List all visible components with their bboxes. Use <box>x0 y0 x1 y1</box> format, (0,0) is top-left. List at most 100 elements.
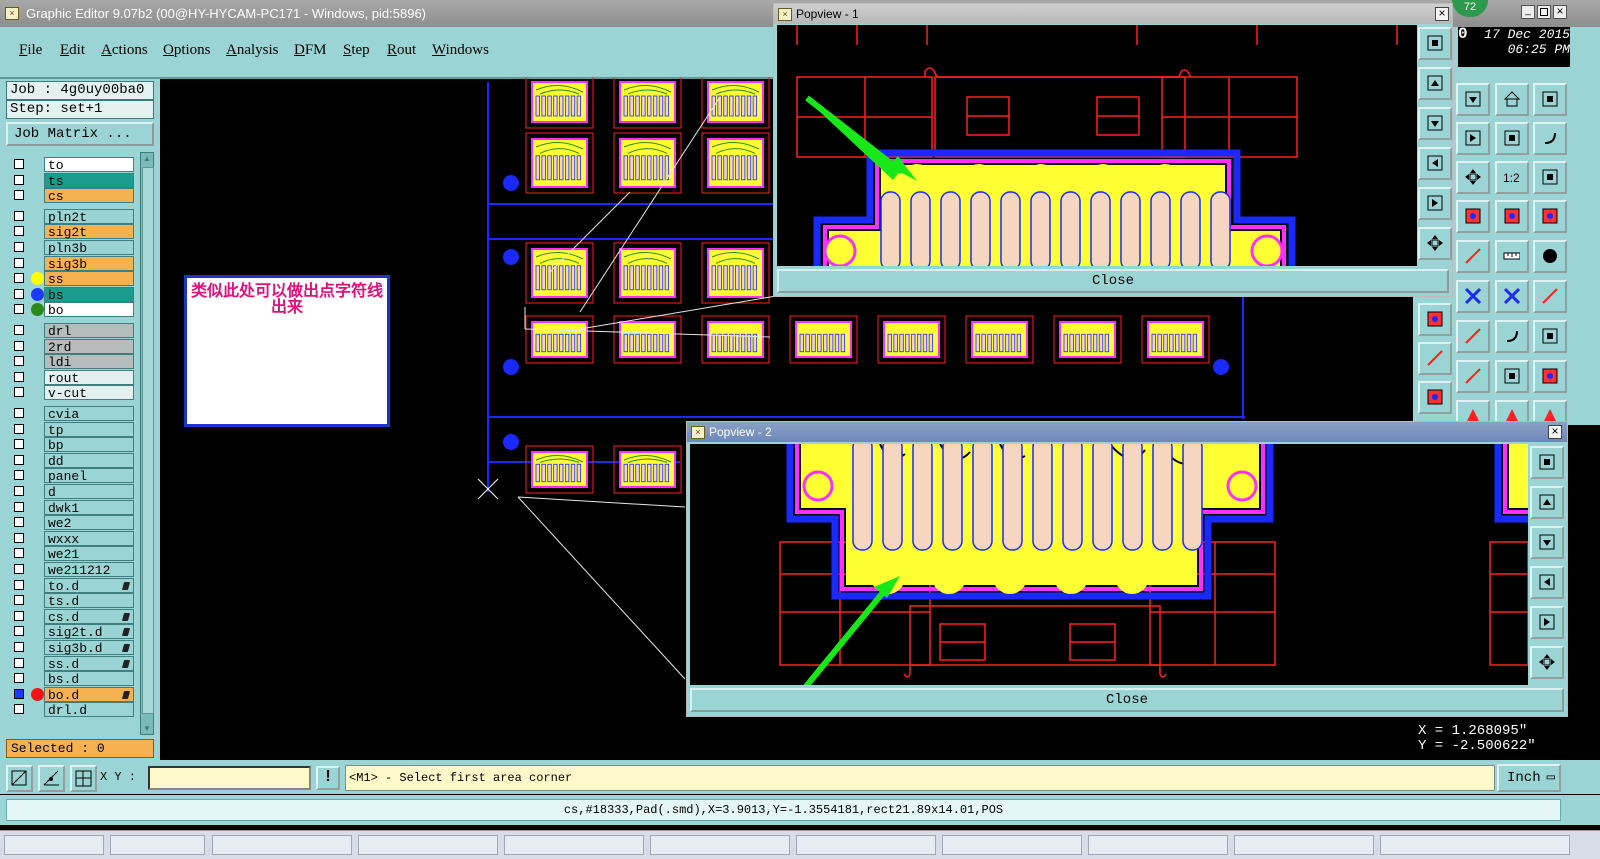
layer-checkbox[interactable] <box>14 340 24 351</box>
pcb-unit[interactable] <box>701 242 770 304</box>
maximize-button[interactable] <box>1537 5 1551 19</box>
help-icon[interactable] <box>1533 161 1567 194</box>
smd-pad[interactable] <box>1092 444 1113 551</box>
angle-icon[interactable] <box>38 765 65 792</box>
taskbar-item[interactable] <box>1088 835 1228 855</box>
layer-name[interactable]: wxxx <box>44 530 134 547</box>
layer-name[interactable]: to.d <box>44 577 134 594</box>
layer-row-ts-d[interactable]: ts.d <box>8 593 134 609</box>
layer-name[interactable]: we2 <box>44 515 134 531</box>
layer-checkbox[interactable] <box>14 564 24 574</box>
layer-row-panel[interactable]: panel <box>8 468 134 484</box>
line-tool-icon[interactable] <box>1456 240 1490 273</box>
arc-icon[interactable] <box>1495 320 1529 353</box>
pcb-unit[interactable] <box>613 242 682 304</box>
popview-1-close-x-icon[interactable]: × <box>1435 7 1449 21</box>
up-arrow-icon[interactable] <box>1530 486 1564 519</box>
layer-checkbox[interactable] <box>14 532 24 543</box>
pcb-unit[interactable] <box>965 315 1034 364</box>
layer-checkbox[interactable] <box>14 657 24 668</box>
layer-checkbox[interactable] <box>14 642 24 652</box>
pcb-unit[interactable] <box>525 315 594 364</box>
layer-row-ss[interactable]: ss <box>8 271 134 287</box>
popview-2-title-bar[interactable]: × Popview - 2 × <box>687 422 1567 442</box>
down-arrow-icon[interactable] <box>1418 107 1452 140</box>
layer-checkbox[interactable] <box>14 408 24 418</box>
xy-input[interactable] <box>148 766 311 790</box>
layer-row-drl[interactable]: drl <box>8 323 134 339</box>
layer-row-drl-d[interactable]: drl.d <box>8 702 134 718</box>
layer-name[interactable]: we21 <box>44 546 134 562</box>
smd-pad[interactable] <box>880 191 901 266</box>
layer-row-v-cut[interactable]: v-cut <box>8 385 134 401</box>
layer-row-to-d[interactable]: to.d <box>8 577 134 594</box>
move-icon[interactable] <box>1533 280 1567 313</box>
menu-analysis[interactable]: Analysis <box>226 42 279 59</box>
layer-name[interactable]: bs.d <box>44 671 134 687</box>
smd-pad[interactable] <box>910 191 931 266</box>
copy-icon[interactable] <box>1533 360 1567 393</box>
layer-row-sig2t[interactable]: sig2t <box>8 224 134 240</box>
layer-name[interactable]: sig3b.d <box>44 640 134 656</box>
scroll-up-arrow-icon[interactable]: ▲ <box>143 154 151 163</box>
zoom-window-icon[interactable] <box>1533 83 1567 116</box>
layer-row-d[interactable]: d <box>8 484 134 500</box>
layer-row-dwk1[interactable]: dwk1 <box>8 499 134 516</box>
layer-name[interactable]: bp <box>44 437 134 453</box>
layer-row-bo-d[interactable]: bo.d <box>8 686 134 703</box>
layer-checkbox[interactable] <box>14 210 24 221</box>
popview-2-close-button[interactable]: Close <box>690 688 1564 712</box>
smd-pad[interactable] <box>1210 191 1231 266</box>
right-arrow-icon[interactable] <box>1418 187 1452 220</box>
right-arrow-icon[interactable] <box>1530 606 1564 639</box>
layer-checkbox[interactable] <box>14 174 24 185</box>
layer-name[interactable]: 2rd <box>44 338 134 355</box>
smd-pad[interactable] <box>940 191 961 266</box>
layer-row-we21[interactable]: we21 <box>8 546 134 562</box>
smd-pad[interactable] <box>1150 191 1171 266</box>
smd-pad[interactable] <box>1090 191 1111 266</box>
pcb-unit[interactable] <box>525 77 594 129</box>
pcb-unit[interactable] <box>701 315 770 364</box>
layer-name[interactable]: drl.d <box>44 702 134 718</box>
layer-checkbox[interactable] <box>14 242 24 252</box>
fit-view-icon[interactable] <box>1456 161 1490 194</box>
popview-2-canvas[interactable] <box>690 444 1528 685</box>
menu-file[interactable]: File <box>19 42 42 59</box>
layer-row-tp[interactable]: tp <box>8 421 134 438</box>
layer-name[interactable]: pln2t <box>44 208 134 225</box>
layer-checkbox[interactable] <box>14 226 24 237</box>
taskbar-item[interactable] <box>358 835 498 855</box>
layer-checkbox[interactable] <box>14 486 24 496</box>
taskbar-item[interactable] <box>650 835 790 855</box>
drag-icon[interactable] <box>1456 320 1490 353</box>
warning-icon[interactable]: ! <box>316 766 340 790</box>
layer-name[interactable]: ldi <box>44 354 134 370</box>
snap-icon[interactable] <box>1456 200 1490 233</box>
pcb-unit[interactable] <box>525 242 594 304</box>
pcb-unit[interactable] <box>1053 315 1122 364</box>
layer-name[interactable]: sig2t.d <box>44 624 134 640</box>
menu-dfm[interactable]: DFM <box>294 42 327 59</box>
smd-pad[interactable] <box>1032 444 1053 551</box>
redraw-icon[interactable] <box>1533 122 1567 155</box>
taskbar-item[interactable] <box>110 835 205 855</box>
zoom-in-icon[interactable] <box>1456 122 1490 155</box>
popview-2-close-x-icon[interactable]: × <box>1548 425 1562 439</box>
layer-name[interactable]: bo.d <box>44 686 134 703</box>
smd-pad[interactable] <box>1152 444 1173 551</box>
layer-checkbox[interactable] <box>14 548 24 559</box>
draw-line-icon[interactable] <box>1418 342 1452 375</box>
layer-checkbox[interactable] <box>14 610 24 621</box>
layer-checkbox[interactable] <box>14 501 24 512</box>
taskbar-item[interactable] <box>504 835 644 855</box>
pan-view-icon[interactable] <box>1495 122 1529 155</box>
pad-tool-icon[interactable] <box>1533 240 1567 273</box>
smd-pad[interactable] <box>970 191 991 266</box>
left-arrow-icon[interactable] <box>1418 147 1452 180</box>
pcb-unit[interactable] <box>701 77 770 129</box>
pcb-unit[interactable] <box>525 445 594 494</box>
layer-checkbox[interactable] <box>14 454 24 465</box>
layer-row-bs[interactable]: bs <box>8 286 134 303</box>
layer-name[interactable]: cvia <box>44 406 134 422</box>
